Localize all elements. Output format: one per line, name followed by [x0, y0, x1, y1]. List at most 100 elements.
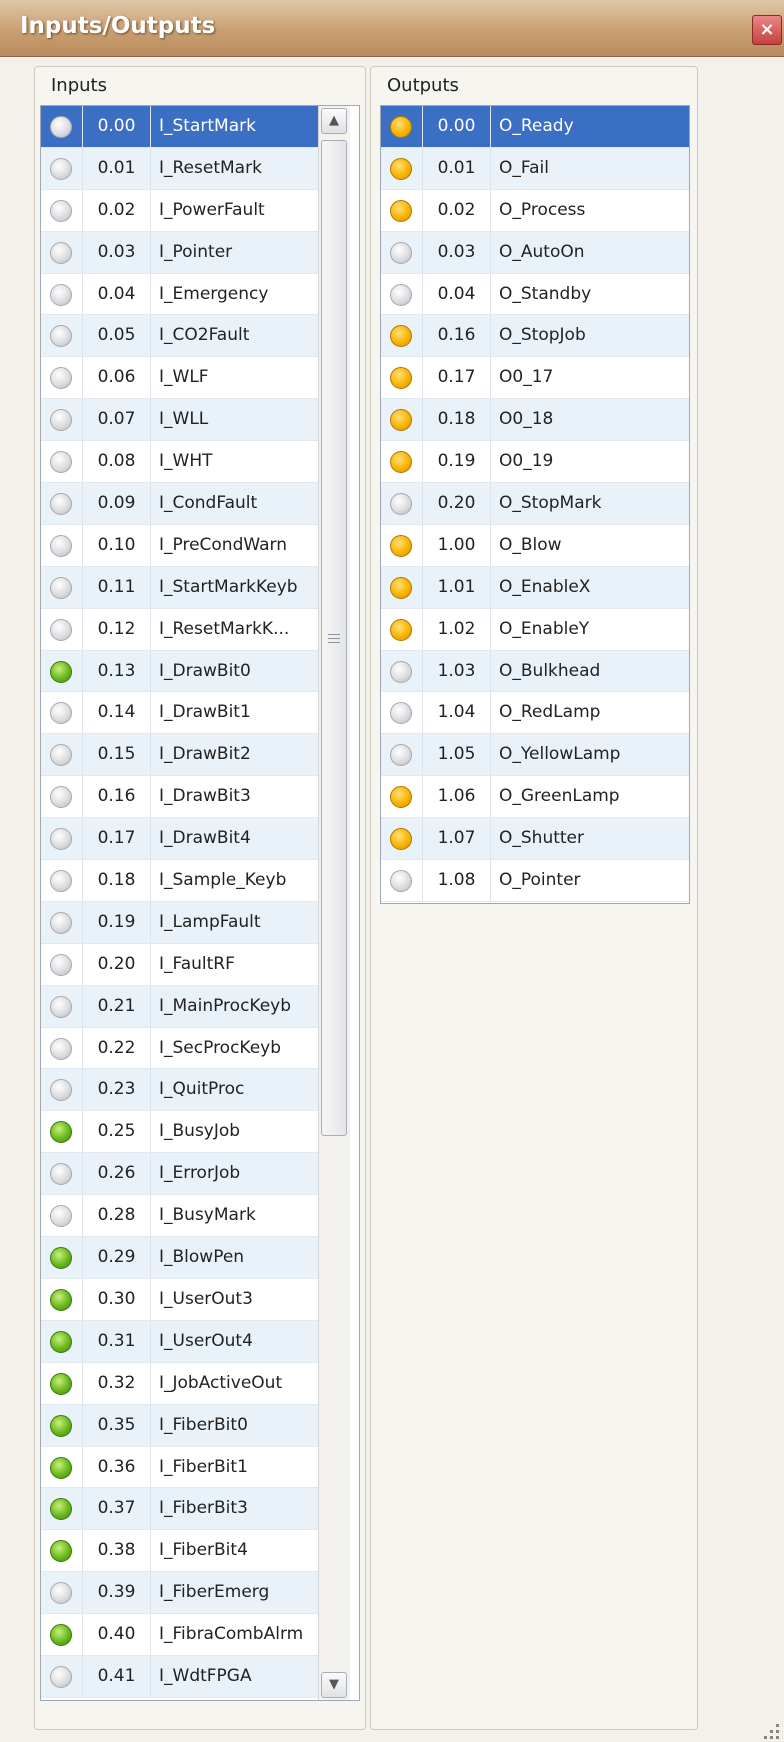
address-cell: 0.02	[423, 189, 491, 231]
status-led-cell	[41, 1446, 83, 1488]
address-cell: 1.07	[423, 818, 491, 860]
input-row[interactable]: 0.15 I_DrawBit2	[41, 734, 318, 777]
input-row[interactable]: 0.16 I_DrawBit3	[41, 776, 318, 819]
address-cell: 0.38	[83, 1530, 151, 1572]
signal-name-cell: I_CondFault	[151, 483, 318, 524]
input-row[interactable]: 0.21 I_MainProcKeyb	[41, 985, 318, 1028]
input-row[interactable]: 0.08 I_WHT	[41, 441, 318, 484]
address-label: 0.03	[437, 241, 476, 262]
output-row[interactable]: 0.04 O_Standby	[381, 273, 689, 316]
input-row[interactable]: 0.35 I_FiberBit0	[41, 1404, 318, 1447]
input-row[interactable]: 0.32 I_JobActiveOut	[41, 1362, 318, 1405]
output-row[interactable]: 0.01 O_Fail	[381, 147, 689, 190]
address-label: 0.13	[97, 660, 136, 681]
input-row[interactable]: 0.40 I_FibraCombAlrm	[41, 1614, 318, 1656]
output-row[interactable]: 1.07 O_Shutter	[381, 818, 689, 861]
input-row[interactable]: 0.10 I_PreCondWarn	[41, 524, 318, 567]
input-row[interactable]: 0.07 I_WLL	[41, 399, 318, 442]
input-row[interactable]: 0.02 I_PowerFault	[41, 189, 318, 232]
input-row[interactable]: 0.14 I_DrawBit1	[41, 692, 318, 735]
scroll-down-arrow-icon[interactable]: ▼	[321, 1672, 347, 1698]
output-row[interactable]: 0.20 O_StopMark	[381, 483, 689, 525]
output-row[interactable]: 0.02 O_Process	[381, 189, 689, 232]
address-label: 0.28	[97, 1205, 136, 1226]
address-label: 1.00	[437, 534, 476, 555]
address-label: 0.16	[97, 786, 136, 807]
signal-name-label: O0_17	[499, 367, 554, 388]
output-row[interactable]: 1.03 O_Bulkhead	[381, 650, 689, 693]
status-led-icon	[50, 911, 72, 934]
status-led-cell	[41, 399, 83, 441]
scrollbar-thumb[interactable]	[321, 140, 347, 1136]
signal-name-cell: O_AutoOn	[491, 232, 689, 273]
scroll-up-arrow-icon[interactable]: ▲	[321, 108, 347, 134]
signal-name-label: I_FibraCombAlrm	[159, 1624, 304, 1645]
status-led-icon	[390, 199, 412, 222]
input-row[interactable]: 0.17 I_DrawBit4	[41, 818, 318, 861]
status-led-cell	[41, 147, 83, 189]
input-row[interactable]: 0.22 I_SecProcKeyb	[41, 1027, 318, 1070]
window-title: Inputs/Outputs	[20, 13, 216, 39]
input-row[interactable]: 0.01 I_ResetMark	[41, 147, 318, 190]
status-led-cell	[41, 818, 83, 860]
output-row[interactable]: 1.04 O_RedLamp	[381, 692, 689, 735]
input-row[interactable]: 0.39 I_FiberEmerg	[41, 1572, 318, 1615]
output-row[interactable]: 1.02 O_EnableY	[381, 608, 689, 651]
status-led-icon	[390, 116, 412, 138]
input-row[interactable]: 0.00 I_StartMark	[41, 106, 318, 148]
io-window: Inputs/Outputs × Inputs 0.00 I_StartMark 0…	[0, 0, 784, 1742]
input-row[interactable]: 0.41 I_WdtFPGA	[41, 1655, 318, 1698]
input-row[interactable]: 0.23 I_QuitProc	[41, 1069, 318, 1112]
output-row[interactable]: 0.19 O0_19	[381, 441, 689, 484]
input-row[interactable]: 0.11 I_StartMarkKeyb	[41, 566, 318, 609]
close-button[interactable]: ×	[752, 15, 782, 45]
status-led-cell	[381, 483, 423, 524]
input-row[interactable]: 0.20 I_FaultRF	[41, 943, 318, 986]
outputs-list[interactable]: 0.00 O_Ready 0.01 O_Fail 0.02 O_Process 0.03 O_…	[380, 105, 690, 904]
output-row[interactable]: 0.16 O_StopJob	[381, 315, 689, 358]
input-row[interactable]: 0.29 I_BlowPen	[41, 1237, 318, 1279]
status-led-cell	[41, 1195, 83, 1237]
address-label: 0.20	[437, 493, 476, 514]
input-row[interactable]: 0.18 I_Sample_Keyb	[41, 860, 318, 902]
input-row[interactable]: 0.04 I_Emergency	[41, 273, 318, 316]
signal-name-label: O_YellowLamp	[499, 744, 621, 765]
input-row[interactable]: 0.26 I_ErrorJob	[41, 1153, 318, 1196]
input-row[interactable]: 0.19 I_LampFault	[41, 901, 318, 944]
input-row[interactable]: 0.31 I_UserOut4	[41, 1320, 318, 1363]
output-row[interactable]: 1.05 O_YellowLamp	[381, 734, 689, 777]
output-row[interactable]: 0.17 O0_17	[381, 357, 689, 400]
status-led-icon	[50, 1582, 72, 1605]
signal-name-label: I_LampFault	[159, 911, 261, 932]
signal-name-cell: O_StopMark	[491, 483, 689, 524]
input-row[interactable]: 0.28 I_BusyMark	[41, 1195, 318, 1238]
status-led-icon	[390, 493, 412, 516]
inputs-list[interactable]: 0.00 I_StartMark 0.01 I_ResetMark 0.02 I_Powe…	[40, 105, 360, 1701]
input-row[interactable]: 0.38 I_FiberBit4	[41, 1530, 318, 1573]
input-row[interactable]: 0.09 I_CondFault	[41, 483, 318, 525]
output-row[interactable]: 0.03 O_AutoOn	[381, 231, 689, 274]
output-row[interactable]: 1.08 O_Pointer	[381, 860, 689, 902]
resize-grip-icon[interactable]	[762, 1722, 780, 1740]
output-row[interactable]: 0.18 O0_18	[381, 399, 689, 442]
input-row[interactable]: 0.36 I_FiberBit1	[41, 1446, 318, 1489]
output-row[interactable]: 1.01 O_EnableX	[381, 566, 689, 609]
inputs-scrollbar[interactable]: ▲ ▼	[318, 106, 350, 1700]
signal-name-label: I_BusyMark	[159, 1205, 256, 1226]
signal-name-label: O_Process	[499, 199, 586, 220]
input-row[interactable]: 0.25 I_BusyJob	[41, 1111, 318, 1154]
input-row[interactable]: 0.13 I_DrawBit0	[41, 650, 318, 693]
title-bar[interactable]: Inputs/Outputs ×	[0, 0, 784, 57]
output-row[interactable]: 1.06 O_GreenLamp	[381, 776, 689, 819]
signal-name-cell: O0_17	[491, 357, 689, 398]
input-row[interactable]: 0.30 I_UserOut3	[41, 1278, 318, 1321]
output-row[interactable]: 1.00 O_Blow	[381, 524, 689, 567]
signal-name-label: I_Pointer	[159, 241, 233, 262]
input-row[interactable]: 0.37 I_FiberBit3	[41, 1488, 318, 1531]
input-row[interactable]: 0.12 I_ResetMarkK...	[41, 608, 318, 651]
output-row[interactable]: 0.00 O_Ready	[381, 106, 689, 148]
address-label: 0.02	[437, 199, 476, 220]
input-row[interactable]: 0.06 I_WLF	[41, 357, 318, 400]
input-row[interactable]: 0.05 I_CO2Fault	[41, 315, 318, 358]
input-row[interactable]: 0.03 I_Pointer	[41, 231, 318, 274]
